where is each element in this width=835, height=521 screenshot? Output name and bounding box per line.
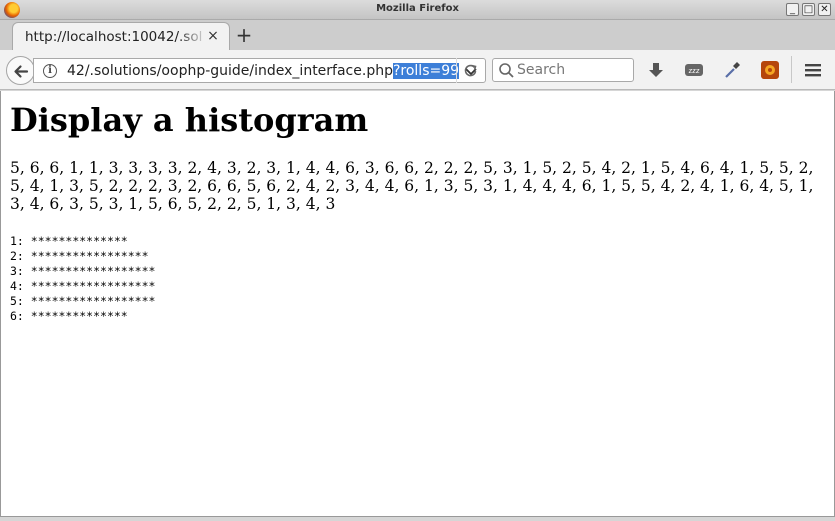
svg-text:zzz: zzz [688,67,699,75]
url-input[interactable]: 42/.solutions/oophp-guide/index_interfac… [67,62,462,80]
download-icon [649,63,663,77]
window-titlebar: Mozilla Firefox _ □ ✕ [0,0,835,20]
url-bar[interactable]: i 42/.solutions/oophp-guide/index_interf… [33,58,486,83]
menu-button[interactable] [803,60,823,80]
tab-strip: http://localhost:10042/.solutions/oophp-… [0,20,835,50]
sleep-icon: zzz [685,64,703,76]
url-selected-text: ?rolls=99 [392,63,460,79]
extension-button[interactable] [760,60,780,80]
histogram-row: 1: ************** [10,234,128,248]
reload-button[interactable] [456,58,484,83]
tab-title: http://localhost:10042/.solutions/oophp-… [25,29,203,45]
new-tab-button[interactable]: + [234,24,254,46]
maximize-button[interactable]: □ [802,3,815,16]
histogram-row: 2: ***************** [10,249,149,263]
minimize-button[interactable]: _ [786,3,799,16]
status-bar [0,516,835,521]
window-title: Mozilla Firefox [376,3,459,14]
navigation-toolbar: i 42/.solutions/oophp-guide/index_interf… [0,50,835,90]
site-info-icon[interactable]: i [43,64,57,78]
search-bar[interactable]: Search [492,58,634,82]
url-text: 42/.solutions/oophp-guide/index_interfac… [67,63,393,79]
back-arrow-icon [14,65,29,78]
histogram: 1: ************** 2: ***************** 3: … [10,234,155,324]
tab-active[interactable]: http://localhost:10042/.solutions/oophp-… [12,22,230,50]
reload-icon [464,64,477,77]
close-window-button[interactable]: ✕ [818,3,831,16]
histogram-row: 6: ************** [10,309,128,323]
sleep-button[interactable]: zzz [684,60,704,80]
page-title: Display a histogram [10,101,369,139]
eyedropper-button[interactable] [722,60,742,80]
histogram-row: 3: ****************** [10,264,156,278]
extension-icon [761,61,779,79]
histogram-row: 5: ****************** [10,294,156,308]
eyedropper-icon [725,62,740,78]
dice-rolls-text: 5, 6, 6, 1, 1, 3, 3, 3, 3, 2, 4, 3, 2, 3… [10,159,814,213]
tab-close-icon[interactable]: × [206,28,220,44]
search-input: Search [517,62,566,78]
back-button[interactable] [6,56,35,85]
histogram-row: 4: ****************** [10,279,156,293]
menu-icon [805,64,821,77]
search-icon [499,63,514,78]
download-button[interactable] [646,60,666,80]
page-content: Display a histogram 5, 6, 6, 1, 1, 3, 3,… [0,91,835,516]
